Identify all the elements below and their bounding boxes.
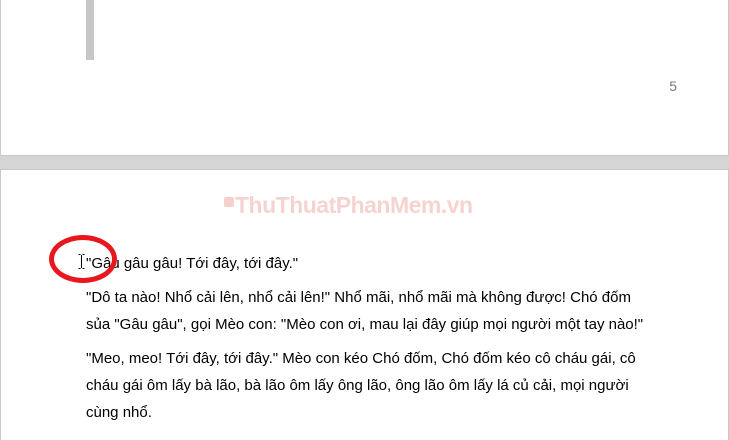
left-margin-indicator <box>86 0 94 60</box>
paragraph-1-line-1: "Gâu gâu gâu! Tới đây, tới đây." <box>86 255 299 272</box>
paragraph-1[interactable]: "Gâu gâu gâu! Tới đây, tới đây." <box>86 250 686 277</box>
previous-page: 5 <box>0 0 729 156</box>
paragraph-2-line-1: "Dô ta nào! Nhổ cải lên, nhổ cải lên!" N… <box>86 289 631 306</box>
paragraph-3-line-1: "Meo, meo! Tới đây, tới đây." Mèo con ké… <box>86 350 636 367</box>
paragraph-2-line-2: sủa "Gâu gâu", gọi Mèo con: "Mèo con ơi,… <box>86 316 644 333</box>
page-separator <box>0 156 729 169</box>
paragraph-3[interactable]: "Meo, meo! Tới đây, tới đây." Mèo con ké… <box>86 345 686 426</box>
text-ibeam-cursor-icon <box>78 254 85 269</box>
paragraph-3-line-3: cùng nhổ. <box>86 404 152 421</box>
paragraph-3-line-2: cháu gái ôm lấy bà lão, bà lão ôm lấy ôn… <box>86 377 629 394</box>
document-body[interactable]: "Gâu gâu gâu! Tới đây, tới đây." "Dô ta … <box>86 250 686 433</box>
page-number: 5 <box>669 78 678 94</box>
paragraph-2[interactable]: "Dô ta nào! Nhổ cải lên, nhổ cải lên!" N… <box>86 284 686 338</box>
watermark-logo-icon <box>224 197 234 207</box>
